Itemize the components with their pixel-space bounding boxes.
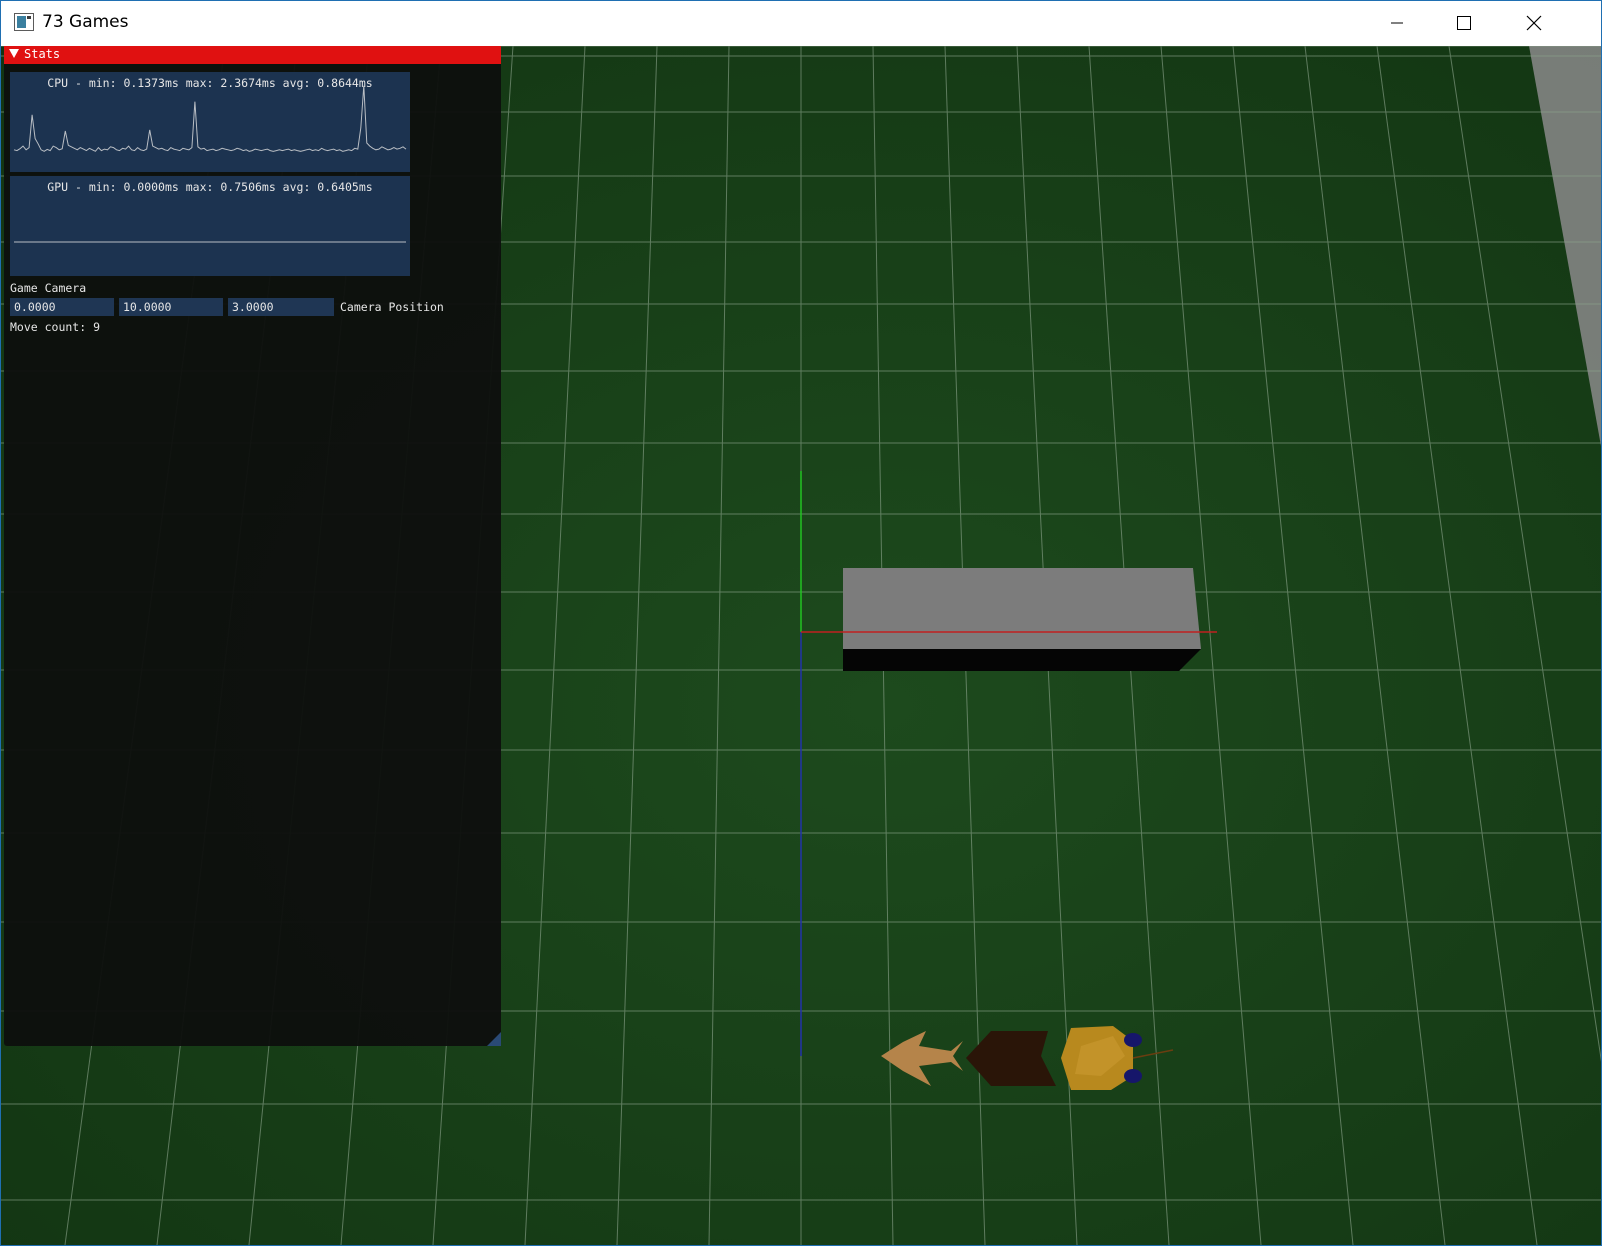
gpu-plot[interactable]: GPU - min: 0.0000ms max: 0.7506ms avg: 0…	[10, 176, 410, 276]
title-bar[interactable]: 73 Games	[1, 1, 1601, 45]
collapse-arrow-icon[interactable]	[9, 49, 19, 58]
gpu-plot-label: GPU - min: 0.0000ms max: 0.7506ms avg: 0…	[47, 180, 373, 194]
camera-y-input[interactable]: 10.0000	[119, 298, 223, 316]
cpu-plot[interactable]: CPU - min: 0.1373ms max: 2.3674ms avg: 0…	[10, 72, 410, 172]
camera-x-input[interactable]: 0.0000	[10, 298, 114, 316]
game-camera-label: Game Camera	[10, 281, 87, 295]
maximize-button[interactable]	[1431, 1, 1497, 45]
stats-panel-title: Stats	[24, 47, 61, 61]
game-window: 73 Games Stats CPU - min: 0.1373ms max: …	[0, 0, 1602, 1246]
cpu-series	[13, 85, 407, 152]
camera-position-label: Camera Position	[340, 300, 444, 314]
panel-resize-grip[interactable]	[487, 1032, 501, 1046]
window-title: 73 Games	[42, 12, 129, 32]
maximize-icon	[1457, 16, 1471, 30]
move-count: Move count: 9	[10, 320, 101, 334]
app-icon	[14, 13, 34, 31]
minimize-icon	[1391, 22, 1403, 24]
wall-block-top	[843, 568, 1201, 649]
close-icon	[1526, 15, 1542, 31]
stats-panel[interactable]: Stats CPU - min: 0.1373ms max: 2.3674ms …	[4, 46, 501, 1046]
snake-eye-right	[1124, 1069, 1142, 1083]
cpu-plot-label: CPU - min: 0.1373ms max: 2.3674ms avg: 0…	[47, 76, 373, 90]
stats-panel-header[interactable]: Stats	[4, 46, 501, 64]
wall-block-side	[843, 649, 1201, 671]
close-button[interactable]	[1501, 1, 1567, 45]
minimize-button[interactable]	[1364, 1, 1430, 45]
snake-eye-left	[1124, 1033, 1142, 1047]
camera-z-input[interactable]: 3.0000	[228, 298, 334, 316]
